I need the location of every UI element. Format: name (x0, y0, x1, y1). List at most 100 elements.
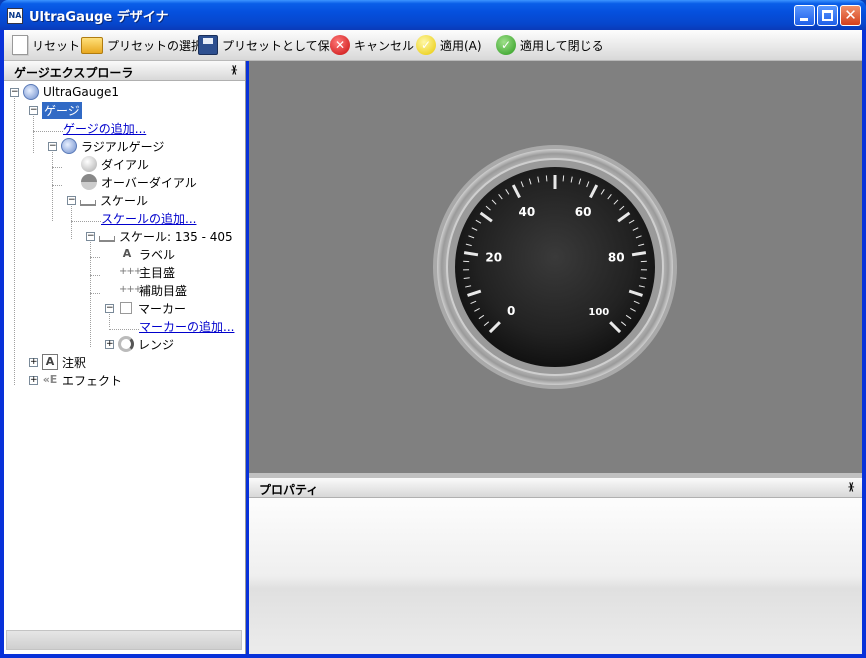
pin-icon[interactable]: ᚕ (849, 480, 854, 493)
collapse-toggle[interactable]: − (10, 87, 19, 97)
tree-label-major-ticks: 主目盛 (139, 265, 176, 280)
expand-toggle[interactable]: + (105, 339, 114, 349)
explorer-footer (6, 630, 242, 650)
close-button[interactable]: ✕ (840, 5, 861, 26)
gauge-preview[interactable]: 0 20 40 60 80 100 (249, 61, 862, 473)
apply-close-button[interactable]: ✓ 適用して閉じる (496, 34, 604, 56)
apply-label: 適用(A) (440, 38, 482, 53)
scale-icon (99, 236, 115, 242)
tree-label-markers: マーカー (138, 301, 187, 316)
tree-node-effects[interactable]: + «E エフェクト (29, 371, 122, 389)
tree-node-scales[interactable]: − スケール (67, 191, 148, 209)
tree-label-radial-gauge: ラジアルゲージ (81, 139, 165, 154)
pin-icon[interactable]: ᚕ (232, 63, 237, 76)
document-icon (12, 35, 28, 55)
tree-node-scale-item[interactable]: − スケール: 135 - 405 (86, 227, 233, 245)
tree-node-add-scale[interactable]: スケールの追加... (101, 209, 196, 227)
cancel-button[interactable]: ✕ キャンセル (330, 34, 414, 56)
properties-grid[interactable] (249, 498, 862, 654)
marker-icon (120, 302, 132, 314)
over-dial-icon (81, 174, 97, 190)
gauge-explorer-panel: ゲージエクスプローラ ᚕ − UltraGauge1 − ゲージ ゲージの追加.… (4, 61, 246, 654)
collapse-toggle[interactable]: − (29, 105, 38, 115)
window-title: UltraGauge デザイナ (29, 10, 169, 25)
tree-node-minor-ticks[interactable]: +++ 補助目盛 (119, 281, 187, 299)
tree-node-dial[interactable]: ダイアル (81, 155, 149, 173)
select-preset-label: プリセットの選択 (107, 38, 204, 53)
collapse-toggle[interactable]: − (86, 231, 95, 241)
tree-label-dial: ダイアル (101, 157, 149, 172)
title-bar[interactable]: NA UltraGauge デザイナ ✕ (0, 0, 866, 30)
maximize-icon (822, 10, 833, 21)
save-preset-button[interactable]: プリセットとして保存 (198, 34, 342, 56)
minor-tick (545, 175, 548, 182)
tree-label-ranges: レンジ (138, 337, 175, 352)
app-icon[interactable]: NA (7, 8, 23, 24)
tree-label-effects: エフェクト (62, 373, 123, 388)
collapse-toggle[interactable]: − (105, 303, 114, 313)
add-gauge-link[interactable]: ゲージの追加... (63, 120, 146, 137)
tree-node-labels[interactable]: A ラベル (119, 245, 175, 263)
folder-open-icon (81, 36, 103, 54)
maximize-button[interactable] (817, 5, 838, 26)
apply-button[interactable]: ✓ 適用(A) (416, 34, 482, 56)
cancel-label: キャンセル (354, 38, 415, 53)
tree-label-annotations: 注釈 (62, 355, 87, 370)
properties-title: プロパティ (259, 483, 319, 497)
label-icon: A (122, 247, 132, 260)
tree-node-major-ticks[interactable]: +++ 主目盛 (119, 263, 175, 281)
annotation-icon: A (42, 354, 58, 370)
minor-tick-icon: +++ (119, 284, 142, 295)
expand-toggle[interactable]: + (29, 375, 38, 385)
apply-close-check-icon: ✓ (496, 35, 516, 55)
tree-node-markers[interactable]: − マーカー (105, 299, 186, 317)
toolbar: リセット プリセットの選択 プリセットとして保存 ✕ キャンセル ✓ 適用(A)… (4, 30, 862, 61)
gauge-label: 40 (519, 205, 536, 219)
explorer-title: ゲージエクスプローラ (14, 66, 134, 80)
tree-label-gauges: ゲージ (42, 101, 82, 119)
tree-node-over-dial[interactable]: オーバーダイアル (81, 173, 197, 191)
tree-label-over-dial: オーバーダイアル (101, 175, 197, 190)
tree-label-labels: ラベル (139, 247, 176, 262)
floppy-disk-icon (198, 35, 218, 55)
save-preset-label: プリセットとして保存 (222, 38, 342, 53)
tree-node-radial-gauge[interactable]: − ラジアルゲージ (48, 137, 164, 155)
gauge-label: 20 (485, 250, 502, 264)
minor-tick (562, 175, 565, 182)
effect-icon: «E (42, 373, 58, 386)
apply-close-label: 適用して閉じる (520, 38, 604, 53)
radial-gauge: 0 20 40 60 80 100 (433, 145, 677, 389)
gauge-label: 60 (575, 205, 592, 219)
major-tick-icon: +++ (119, 266, 142, 277)
tree-node-ranges[interactable]: + レンジ (105, 335, 174, 353)
minimize-button[interactable] (794, 5, 815, 26)
tree-label-scales: スケール (100, 193, 149, 208)
minimize-icon (800, 18, 808, 21)
designer-window: NA UltraGauge デザイナ ✕ リセット プリセットの選択 プリセット… (0, 0, 866, 658)
select-preset-button[interactable]: プリセットの選択 (81, 34, 203, 56)
collapse-toggle[interactable]: − (48, 141, 57, 151)
tree-label-root: UltraGauge1 (43, 85, 120, 99)
apply-check-icon: ✓ (416, 35, 436, 55)
properties-panel: プロパティ ᚕ (249, 478, 862, 654)
gauge-control-icon (23, 84, 39, 100)
collapse-toggle[interactable]: − (67, 195, 76, 205)
tree-node-annotations[interactable]: + A 注釈 (29, 353, 86, 371)
tree-node-add-gauge[interactable]: ゲージの追加... (63, 119, 146, 137)
radial-gauge-icon (61, 138, 77, 154)
reset-button[interactable]: リセット (12, 34, 80, 56)
close-icon: ✕ (844, 6, 857, 24)
expand-toggle[interactable]: + (29, 357, 38, 367)
tree-label-minor-ticks: 補助目盛 (139, 283, 188, 298)
tree-node-gauges[interactable]: − ゲージ (29, 101, 82, 119)
range-icon (118, 336, 134, 352)
gauge-label: 100 (588, 307, 609, 318)
gauge-tree: − UltraGauge1 − ゲージ ゲージの追加... − ラジアルゲージ … (4, 81, 244, 626)
cancel-x-icon: ✕ (330, 35, 350, 55)
tree-node-root[interactable]: − UltraGauge1 (10, 83, 119, 101)
add-marker-link[interactable]: マーカーの追加... (139, 318, 234, 335)
tree-node-add-marker[interactable]: マーカーの追加... (139, 317, 234, 335)
dial-icon (81, 156, 97, 172)
gauge-label: 0 (507, 304, 515, 318)
add-scale-link[interactable]: スケールの追加... (101, 210, 196, 227)
